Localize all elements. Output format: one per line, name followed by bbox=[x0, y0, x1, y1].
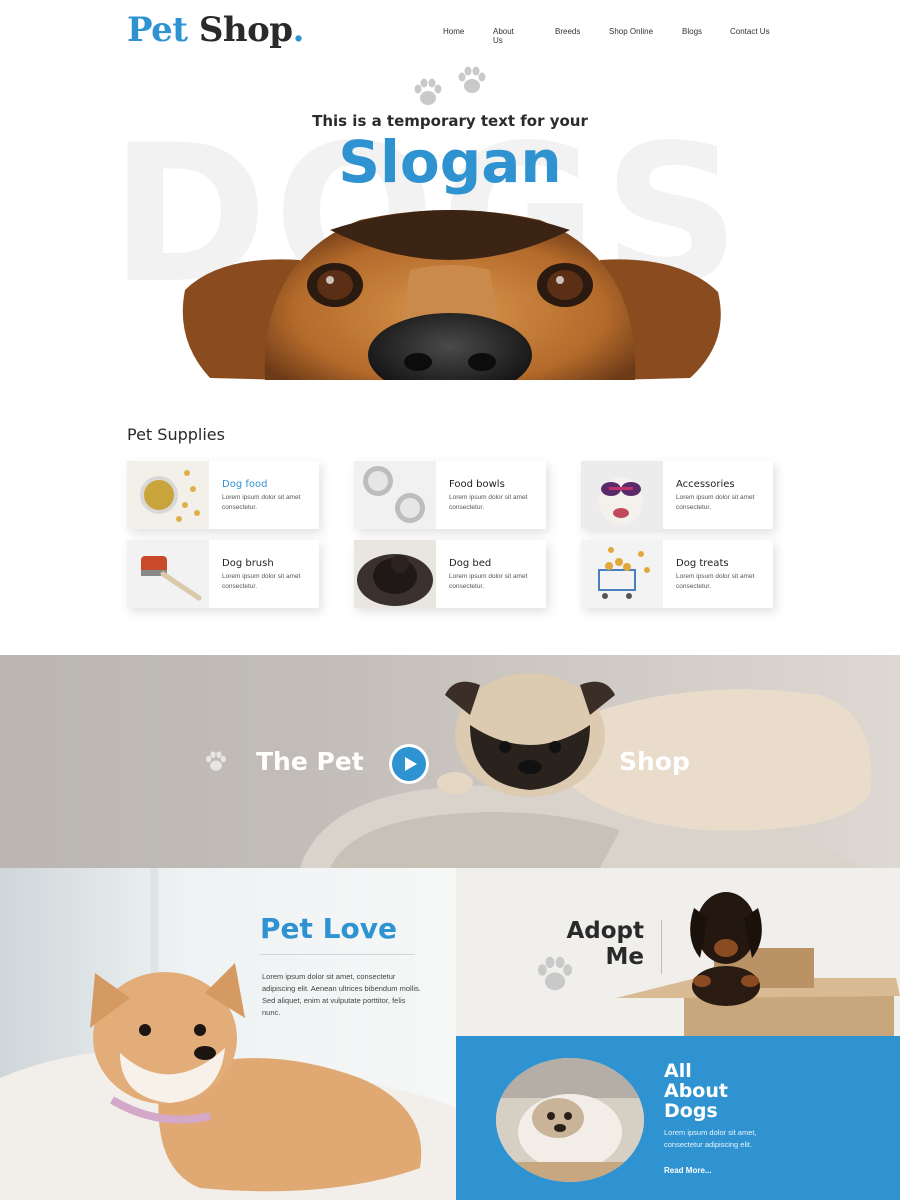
paw-icon bbox=[206, 751, 226, 771]
pet-love-section: Pet Love Lorem ipsum dolor sit amet, con… bbox=[0, 868, 456, 1200]
adopt-me-section[interactable]: Adopt Me bbox=[456, 868, 900, 1036]
supply-card-dog-bed[interactable]: Dog bed Lorem ipsum dolor sit amet conse… bbox=[354, 540, 546, 608]
supply-description: Lorem ipsum dolor sit amet consectetur. bbox=[449, 573, 528, 591]
banner-text-right: Shop bbox=[619, 747, 690, 776]
divider bbox=[260, 954, 415, 955]
logo-dot: . bbox=[292, 10, 305, 50]
supply-title: Food bowls bbox=[449, 479, 505, 490]
supply-card-accessories[interactable]: Accessories Lorem ipsum dolor sit amet c… bbox=[581, 461, 773, 529]
nav-blogs[interactable]: Blogs bbox=[682, 27, 702, 36]
banner-text-left: The Pet bbox=[256, 747, 364, 776]
play-video-button[interactable] bbox=[389, 744, 429, 784]
supply-title: Accessories bbox=[676, 479, 735, 490]
supply-title: Dog treats bbox=[676, 558, 729, 569]
about-line-3: Dogs bbox=[664, 1099, 718, 1122]
divider bbox=[661, 920, 662, 974]
all-about-dogs-text: Lorem ipsum dolor sit amet, consectetur … bbox=[664, 1128, 757, 1149]
pet-love-title: Pet Love bbox=[260, 912, 397, 945]
supply-description: Lorem ipsum dolor sit amet consectetur. bbox=[222, 573, 301, 591]
hero-section: DOGS This is a temporary text for your S… bbox=[0, 60, 900, 390]
nav-shop-online[interactable]: Shop Online bbox=[609, 27, 669, 36]
video-banner: The Pet Shop bbox=[0, 655, 900, 868]
dog-treats-image bbox=[581, 540, 663, 608]
logo-shop: Shop bbox=[198, 10, 293, 50]
read-more-link[interactable]: Read More... bbox=[664, 1166, 712, 1175]
accessories-image bbox=[581, 461, 663, 529]
play-icon bbox=[392, 747, 426, 781]
supply-card-food-bowls[interactable]: Food bowls Lorem ipsum dolor sit amet co… bbox=[354, 461, 546, 529]
supply-card-dog-treats[interactable]: Dog treats Lorem ipsum dolor sit amet co… bbox=[581, 540, 773, 608]
fluffy-dog-image bbox=[496, 1058, 644, 1182]
all-about-dogs-section: All About Dogs Lorem ipsum dolor sit ame… bbox=[456, 1036, 900, 1200]
about-line-1: All bbox=[664, 1060, 692, 1082]
all-about-dogs-title: All About Dogs bbox=[664, 1060, 728, 1122]
nav-home[interactable]: Home bbox=[443, 27, 464, 36]
hero-dog-image bbox=[180, 210, 740, 390]
dachshund-box-image bbox=[456, 868, 900, 1036]
supply-card-dog-food[interactable]: Dog food Lorem ipsum dolor sit amet cons… bbox=[127, 461, 319, 529]
about-line-2: About bbox=[664, 1079, 728, 1102]
supply-title: Dog bed bbox=[449, 558, 492, 569]
dog-brush-image bbox=[127, 540, 209, 608]
food-bowls-image bbox=[354, 461, 436, 529]
site-logo[interactable]: Pet Shop. bbox=[127, 10, 304, 50]
nav-about-us[interactable]: About Us bbox=[493, 27, 514, 45]
adopt-me-title: Adopt Me bbox=[566, 918, 644, 971]
supply-title: Dog brush bbox=[222, 558, 274, 569]
supply-title: Dog food bbox=[222, 479, 268, 490]
logo-pet: Pet bbox=[127, 10, 188, 50]
adopt-line-2: Me bbox=[605, 944, 645, 971]
dog-food-image bbox=[127, 461, 209, 529]
nav-contact-us[interactable]: Contact Us bbox=[730, 27, 790, 36]
supply-description: Lorem ipsum dolor sit amet consectetur. bbox=[222, 494, 301, 512]
supply-card-dog-brush[interactable]: Dog brush Lorem ipsum dolor sit amet con… bbox=[127, 540, 319, 608]
supply-description: Lorem ipsum dolor sit amet consectetur. bbox=[449, 494, 528, 512]
dog-bed-image bbox=[354, 540, 436, 608]
supplies-heading: Pet Supplies bbox=[127, 425, 225, 444]
supply-description: Lorem ipsum dolor sit amet consectetur. bbox=[676, 494, 755, 512]
pug-image bbox=[0, 655, 900, 868]
adopt-line-1: Adopt bbox=[566, 918, 644, 944]
nav-breeds[interactable]: Breeds bbox=[555, 27, 580, 36]
supply-description: Lorem ipsum dolor sit amet consectetur. bbox=[676, 573, 755, 591]
pet-love-text: Lorem ipsum dolor sit amet, consectetur … bbox=[262, 972, 421, 1017]
